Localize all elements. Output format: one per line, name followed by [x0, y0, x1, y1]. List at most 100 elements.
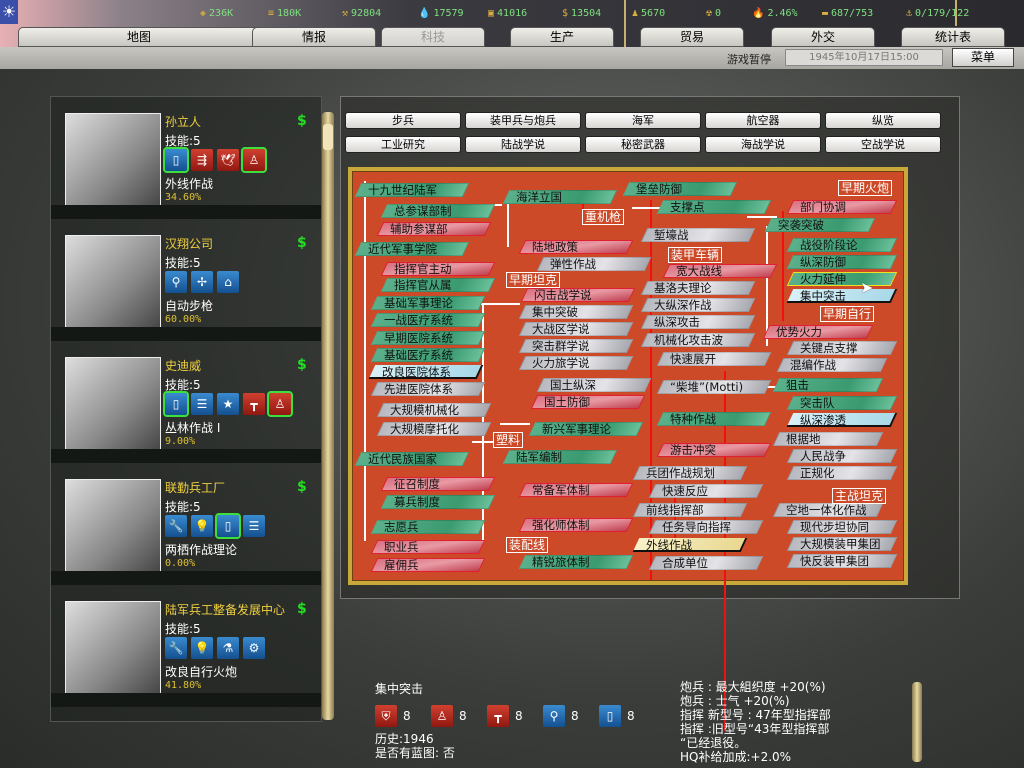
tech-node[interactable]: 志愿兵 [374, 520, 482, 534]
tech-node[interactable]: 快速展开 [660, 352, 768, 366]
tech-node[interactable]: 弹性作战 [540, 257, 648, 271]
tech-node[interactable]: 一战医疗系统 [374, 313, 482, 327]
tech-node[interactable]: 火力延伸 [790, 272, 894, 286]
tech-node[interactable]: 总参谋部制 [384, 204, 492, 218]
national-flag-icon[interactable]: ☀ [0, 0, 18, 24]
tech-node[interactable]: 募兵制度 [384, 495, 492, 509]
tech-node[interactable]: 任务导向指挥 [652, 520, 760, 534]
tab-6[interactable]: 统计表 [901, 27, 1005, 47]
tech-node[interactable]: 正规化 [790, 466, 894, 480]
tab-2[interactable]: 科技 [381, 27, 485, 47]
tech-node[interactable]: 指挥官从属 [384, 278, 492, 292]
tech-node[interactable]: 近代军事学院 [358, 242, 466, 256]
tech-node[interactable]: 基础军事理论 [374, 296, 482, 310]
tech-node[interactable]: 指挥官主动 [384, 262, 492, 276]
tech-node[interactable]: 职业兵 [374, 540, 482, 554]
tech-node[interactable]: 国土纵深 [540, 378, 648, 392]
tech-node[interactable]: 雇佣兵 [374, 558, 482, 572]
tech-node[interactable]: 改良医院体系 [372, 365, 480, 379]
tab-4[interactable]: 贸易 [640, 27, 744, 47]
research-team[interactable]: 孙立人 $ 技能:5 ▯ ⇶ 🕊 ♙ 外线作战 34.60% [51, 97, 323, 219]
tech-node[interactable]: 陆军编制 [506, 450, 614, 464]
tab-0[interactable]: 地图 [18, 27, 260, 47]
tech-node[interactable]: 突击群学说 [522, 339, 630, 353]
tech-node[interactable]: 大规模摩托化 [380, 422, 488, 436]
tech-node[interactable]: 新兴军事理论 [532, 422, 640, 436]
tech-node[interactable]: 大规模装甲集团 [790, 537, 894, 551]
tech-node[interactable]: 突击队 [790, 396, 894, 410]
info-scrollbar[interactable] [912, 682, 922, 762]
tech-node[interactable]: 大规模机械化 [380, 403, 488, 417]
tech-node[interactable]: 征召制度 [384, 477, 492, 491]
tech-node[interactable]: 辅助参谋部 [380, 222, 488, 236]
tech-node[interactable]: 人民战争 [790, 449, 894, 463]
research-team[interactable]: 史迪威 $ 技能:5 ▯ ☰ ★ ┳ ♙ 丛林作战 I 9.00% [51, 341, 323, 463]
tech-node[interactable]: 纵深攻击 [644, 315, 752, 329]
tech-node[interactable]: 集中突击 [790, 289, 894, 303]
tech-node[interactable]: 堡垒防御 [626, 182, 734, 196]
tech-node[interactable]: 先进医院体系 [374, 382, 482, 396]
tech-node[interactable]: 现代步坦协同 [790, 520, 894, 534]
tech-node[interactable]: “柴堆”(Motti) [660, 380, 768, 394]
category-tab[interactable]: 纵览 [825, 112, 941, 129]
tech-node[interactable]: 海洋立国 [506, 190, 614, 204]
tab-1[interactable]: 情报 [252, 27, 376, 47]
tech-node[interactable]: 部门协调 [790, 200, 894, 214]
research-team[interactable]: 联勤兵工厂 $ 技能:5 🔧 💡 ▯ ☰ 两栖作战理论 0.00% [51, 463, 323, 585]
tech-node[interactable]: 纵深防御 [790, 255, 894, 269]
category-tab[interactable]: 秘密武器 [585, 136, 701, 153]
tech-node[interactable]: 混编作战 [780, 358, 884, 372]
tech-node[interactable]: 游击冲突 [660, 443, 768, 457]
category-tab[interactable]: 装甲兵与炮兵 [465, 112, 581, 129]
tech-node[interactable]: 集中突破 [522, 305, 630, 319]
category-tab[interactable]: 海战学说 [705, 136, 821, 153]
tech-node[interactable]: 强化师体制 [522, 518, 630, 532]
tech-node[interactable]: 根据地 [776, 432, 880, 446]
tech-node[interactable]: 十九世纪陆军 [358, 183, 466, 197]
tab-5[interactable]: 外交 [771, 27, 875, 47]
tech-node[interactable]: 闪击战学说 [524, 288, 632, 302]
tech-node-label: 任务导向指挥 [662, 520, 731, 534]
tech-node[interactable]: 特种作战 [660, 412, 768, 426]
tab-3[interactable]: 生产 [510, 27, 614, 47]
tech-node[interactable]: 合成单位 [652, 556, 760, 570]
tech-node[interactable]: 优势火力 [766, 325, 870, 339]
tech-node[interactable]: 基洛夫理论 [644, 281, 752, 295]
tech-node[interactable]: 关键点支撑 [790, 341, 894, 355]
tech-node[interactable]: 快速反应 [652, 484, 760, 498]
tech-node[interactable]: 快反装甲集团 [790, 554, 894, 568]
tech-node[interactable]: 外线作战 [636, 538, 744, 552]
tech-node[interactable]: 空地一体化作战 [776, 503, 880, 517]
tech-node[interactable]: 精锐旅体制 [522, 555, 630, 569]
teams-scrollbar[interactable] [322, 112, 334, 720]
tech-node[interactable]: 陆地政策 [522, 240, 630, 254]
tech-node[interactable]: 国土防御 [534, 395, 642, 409]
tech-node[interactable]: 纵深渗透 [790, 413, 894, 427]
category-tab[interactable]: 空战学说 [825, 136, 941, 153]
tech-node[interactable]: 大战区学说 [522, 322, 630, 336]
tech-node[interactable]: 基础医疗系统 [374, 348, 482, 362]
category-tab[interactable]: 陆战学说 [465, 136, 581, 153]
tech-node[interactable]: 支撑点 [660, 200, 768, 214]
research-team[interactable]: 陆军兵工整备发展中心 $ 技能:5 🔧 💡 ⚗ ⚙ 改良自行火炮 41.80% [51, 585, 323, 707]
tech-node[interactable]: 前线指挥部 [636, 503, 744, 517]
category-tab[interactable]: 步兵 [345, 112, 461, 129]
scroll-thumb[interactable] [323, 124, 333, 150]
tech-node[interactable]: 战役阶段论 [790, 238, 894, 252]
menu-button[interactable]: 菜单 [952, 48, 1014, 67]
tech-node[interactable]: 突袭突破 [768, 218, 872, 232]
tech-node[interactable]: 大纵深作战 [644, 298, 752, 312]
tech-node[interactable]: 常备军体制 [522, 483, 630, 497]
tech-node[interactable]: 宽大战线 [666, 264, 774, 278]
tech-node[interactable]: 狙击 [776, 378, 880, 392]
tech-node[interactable]: 火力旅学说 [522, 356, 630, 370]
research-team[interactable]: 汉翔公司 $ 技能:5 ⚲ ✢ ⌂ 自动步枪 60.00% [51, 219, 323, 341]
category-tab[interactable]: 海军 [585, 112, 701, 129]
tech-node[interactable]: 早期医院系统 [374, 331, 482, 345]
tech-node[interactable]: 兵团作战规划 [636, 466, 744, 480]
tech-node[interactable]: 机械化攻击波 [644, 333, 752, 347]
tech-node[interactable]: 近代民族国家 [358, 452, 466, 466]
category-tab[interactable]: 工业研究 [345, 136, 461, 153]
category-tab[interactable]: 航空器 [705, 112, 821, 129]
tech-node[interactable]: 堑壕战 [644, 228, 752, 242]
